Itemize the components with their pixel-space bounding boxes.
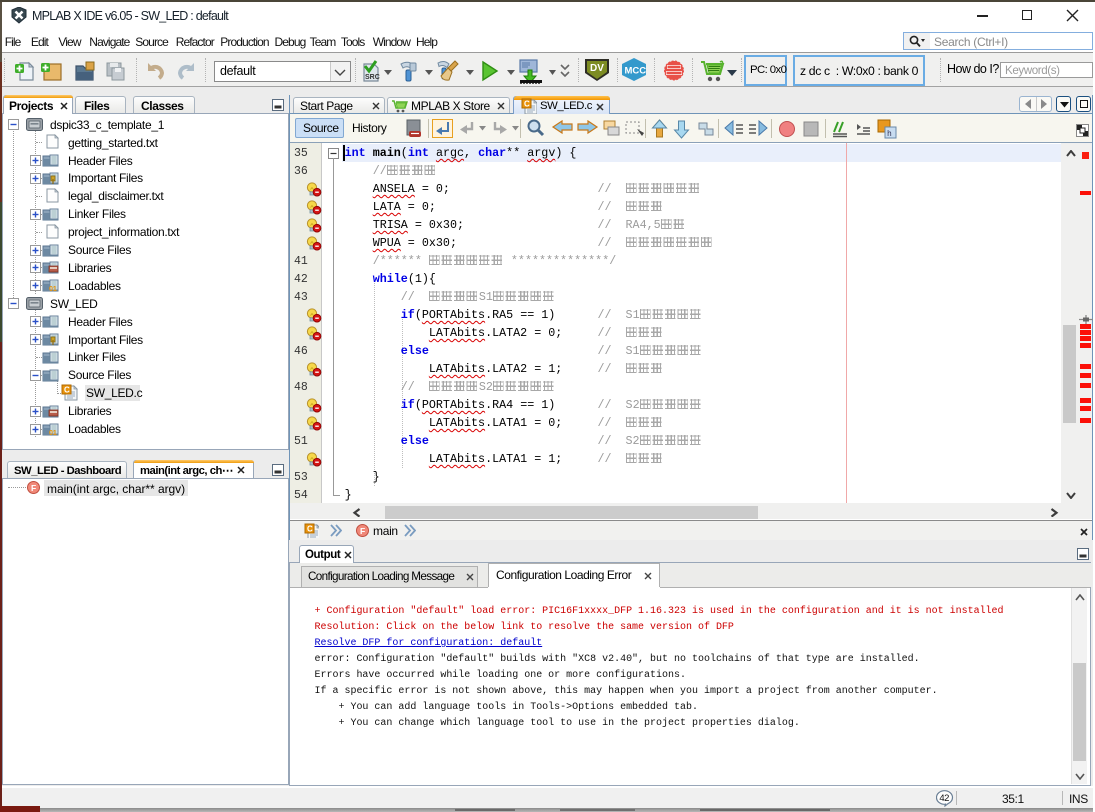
- svg-text:01: 01: [49, 286, 57, 292]
- svg-text:DV: DV: [590, 63, 604, 74]
- svg-text:C: C: [307, 525, 313, 534]
- svg-text:SRC: SRC: [365, 74, 380, 81]
- svg-text:01: 01: [49, 430, 57, 436]
- svg-text:F: F: [31, 483, 36, 493]
- svg-text:F: F: [360, 526, 365, 536]
- svg-text:42: 42: [939, 793, 949, 804]
- svg-text:C: C: [64, 385, 70, 394]
- svg-text:C: C: [524, 100, 530, 109]
- svg-text:h: h: [887, 130, 892, 139]
- svg-text:MCC: MCC: [625, 66, 647, 77]
